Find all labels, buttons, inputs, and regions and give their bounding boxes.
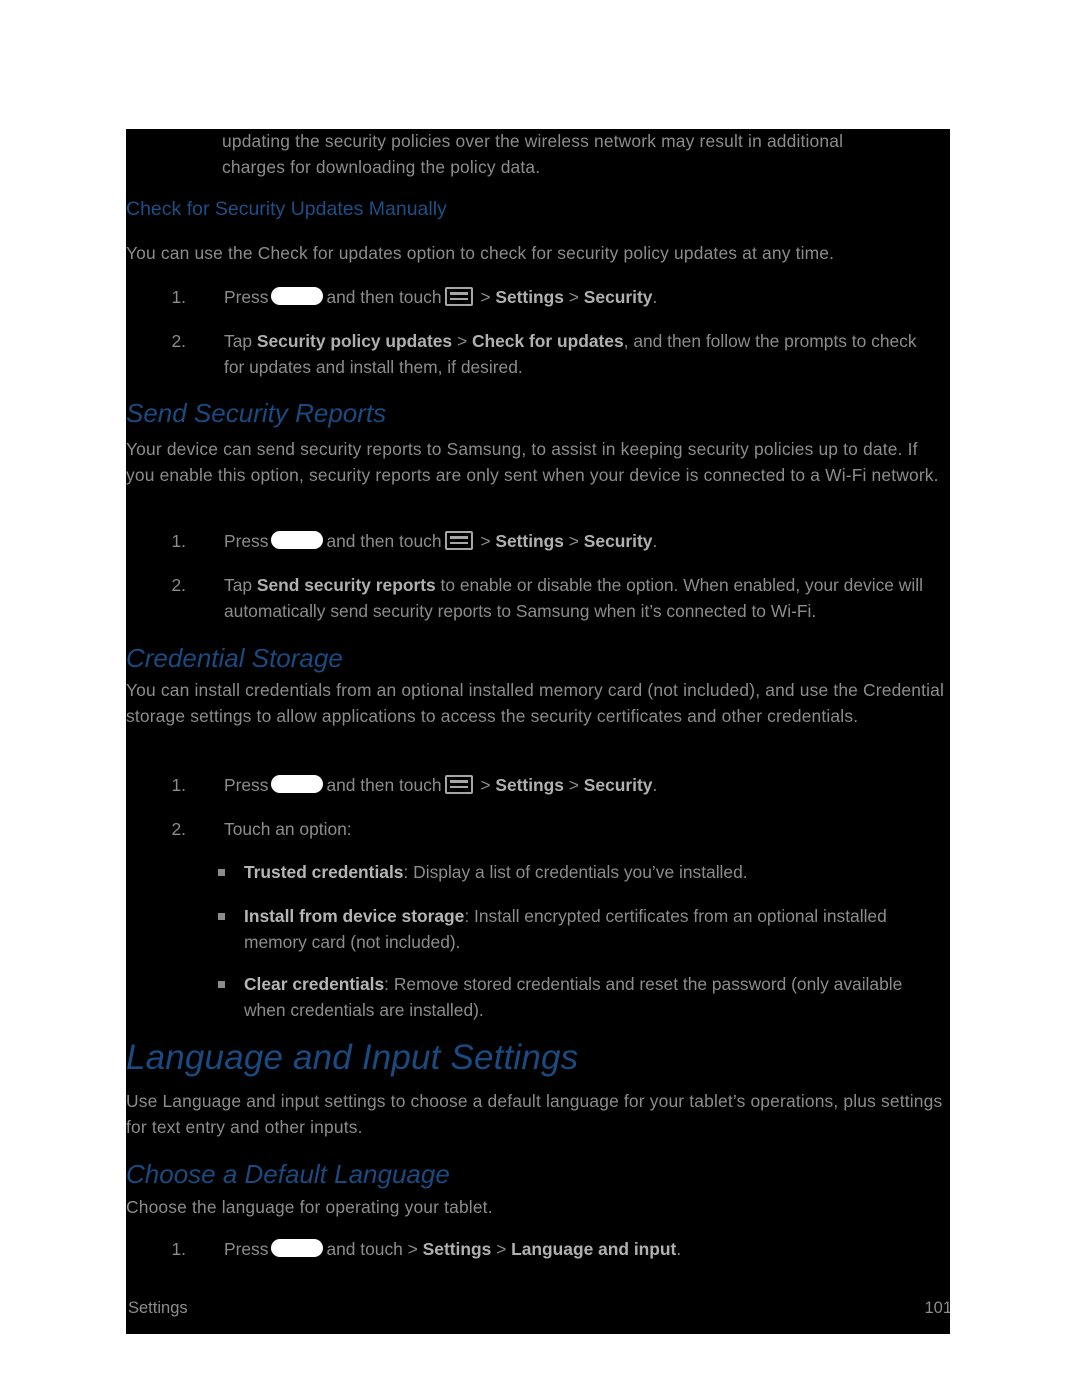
step-item: 1. Press and then touch > Settings > Secu…	[160, 285, 940, 311]
option-definition: : Display a list of credentials you’ve i…	[403, 862, 748, 882]
home-key-icon[interactable]	[271, 775, 324, 793]
step-bold-settings: Settings	[495, 531, 564, 551]
paragraph-check-updates-text: You can use the Check for updates option…	[126, 243, 835, 263]
step-item: 2. Tap Send security reports to enable o…	[160, 573, 950, 624]
list-item-text: Install from device storage: Install enc…	[244, 904, 948, 955]
step-bold-settings: Settings	[495, 287, 564, 307]
step-sep-1: >	[475, 531, 496, 551]
step-text: Press and then touch > Settings > Securit…	[224, 529, 940, 555]
step-item: 1. Press and then touch > Settings > Secu…	[160, 773, 940, 799]
heading-language-and-input-settings: Language and Input Settings	[126, 1038, 579, 1077]
step-lead: Press	[224, 287, 269, 307]
heading-send-security-reports: Send Security Reports	[126, 398, 387, 428]
step-bold-security: Security	[583, 287, 653, 307]
square-bullet-icon	[218, 981, 225, 988]
step-item: 1. Press and then touch > Settings > Secu…	[160, 529, 940, 555]
step-tail: .	[652, 775, 658, 795]
option-term: Clear credentials	[244, 974, 385, 994]
step-number: 1.	[171, 1239, 186, 1259]
step-text: Touch an option:	[224, 819, 352, 839]
paragraph-check-updates: You can use the Check for updates option…	[126, 241, 950, 267]
option-term: Install from device storage	[244, 906, 465, 926]
continued-paragraph-text: updating the security policies over the …	[222, 131, 844, 177]
step-sep-1: >	[475, 775, 496, 795]
home-key-icon[interactable]	[271, 287, 324, 305]
footer-section-label: Settings	[128, 1299, 188, 1317]
heading-choose-a-default-language: Choose a Default Language	[126, 1159, 450, 1189]
step-bold-settings: Settings	[495, 775, 564, 795]
home-key-icon[interactable]	[271, 1239, 324, 1257]
option-term: Trusted credentials	[244, 862, 404, 882]
step-sep-1: >	[475, 287, 496, 307]
step-lead: Press	[224, 531, 269, 551]
step-number: 2.	[171, 331, 186, 351]
list-item: Trusted credentials: Display a list of c…	[218, 860, 940, 886]
menu-key-icon[interactable]	[444, 531, 473, 550]
step-item: 1. Press and touch > Settings > Language …	[160, 1237, 940, 1263]
step-text: Press and then touch > Settings > Securit…	[224, 773, 940, 799]
menu-key-icon[interactable]	[444, 775, 473, 794]
step-text: Press and then touch > Settings > Securit…	[224, 285, 940, 311]
heading-credential-storage: Credential Storage	[126, 643, 343, 673]
step-tail: .	[652, 287, 658, 307]
list-item: Install from device storage: Install enc…	[218, 904, 948, 955]
step-number: 1.	[171, 531, 186, 551]
step-sep: >	[452, 331, 472, 351]
paragraph-language-input-text: Use Language and input settings to choos…	[126, 1091, 943, 1137]
heading-check-for-security-updates-manually: Check for Security Updates Manually	[126, 198, 447, 220]
step-bold-language-and-input: Language and input	[511, 1239, 677, 1259]
paragraph-choose-default-language-text: Choose the language for operating your t…	[126, 1197, 493, 1217]
paragraph-send-reports: Your device can send security reports to…	[126, 437, 950, 488]
step-tail: .	[676, 1239, 682, 1259]
step-bold-settings: Settings	[422, 1239, 492, 1259]
list-item-text: Trusted credentials: Display a list of c…	[244, 860, 940, 886]
square-bullet-icon	[218, 913, 225, 920]
step-mid: and then touch	[326, 531, 442, 551]
paragraph-send-reports-text: Your device can send security reports to…	[126, 439, 939, 485]
step-number: 2.	[171, 819, 186, 839]
list-item-text: Clear credentials: Remove stored credent…	[244, 972, 918, 1023]
step-lead: Tap	[224, 575, 257, 595]
step-item: 2. Touch an option:	[160, 817, 940, 843]
step-lead: Press	[224, 1239, 269, 1259]
paragraph-credential-storage: You can install credentials from an opti…	[126, 678, 950, 729]
paragraph-language-input: Use Language and input settings to choos…	[126, 1089, 950, 1140]
square-bullet-icon	[218, 869, 225, 876]
home-key-icon[interactable]	[271, 531, 324, 549]
step-mid: and touch >	[326, 1239, 423, 1259]
step-tail: .	[652, 531, 658, 551]
step-sep-2: >	[563, 775, 584, 795]
page-footer: Settings 101	[126, 1296, 950, 1320]
step-lead: Tap	[224, 331, 257, 351]
step-bold-security: Security	[583, 775, 653, 795]
paragraph-choose-default-language: Choose the language for operating your t…	[126, 1195, 950, 1221]
step-number: 1.	[171, 775, 186, 795]
step-sep-2: >	[563, 531, 584, 551]
step-lead: Press	[224, 775, 269, 795]
step-text: Tap Send security reports to enable or d…	[224, 573, 950, 624]
list-item: Clear credentials: Remove stored credent…	[218, 972, 918, 1023]
page-content: updating the security policies over the …	[126, 129, 950, 1334]
paragraph-credential-storage-text: You can install credentials from an opti…	[126, 680, 945, 726]
step-text: Press and touch > Settings > Language and…	[224, 1237, 940, 1263]
step-number: 1.	[171, 287, 186, 307]
step-bold-security: Security	[583, 531, 653, 551]
step-bold-check-for-updates: Check for updates	[471, 331, 624, 351]
continued-paragraph: updating the security policies over the …	[222, 129, 910, 180]
step-mid: and then touch	[326, 775, 442, 795]
document-page-sheet: updating the security policies over the …	[126, 129, 950, 1334]
footer-page-number: 101	[924, 1299, 950, 1317]
step-mid: and then touch	[326, 287, 442, 307]
step-item: 2. Tap Security policy updates > Check f…	[160, 329, 940, 380]
step-text: Tap Security policy updates > Check for …	[224, 329, 940, 380]
step-sep: >	[491, 1239, 512, 1259]
step-sep-2: >	[563, 287, 584, 307]
step-bold-security-policy-updates: Security policy updates	[256, 331, 453, 351]
step-bold-send-security-reports: Send security reports	[256, 575, 436, 595]
step-number: 2.	[171, 575, 186, 595]
menu-key-icon[interactable]	[444, 287, 473, 306]
